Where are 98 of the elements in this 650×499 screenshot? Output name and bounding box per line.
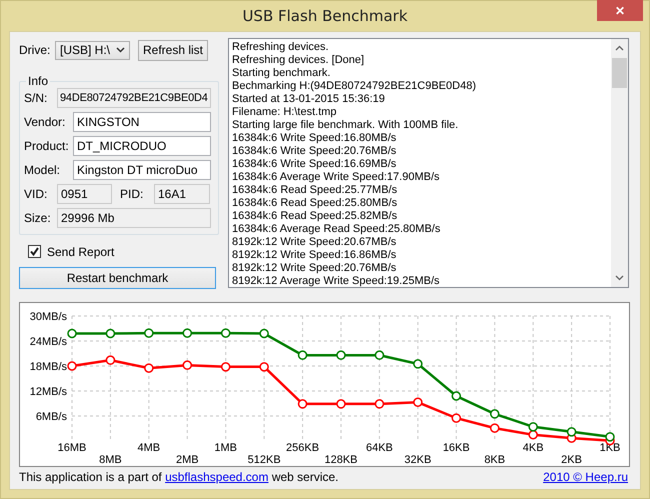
point xyxy=(528,430,538,440)
x-axis-label: 512KB xyxy=(248,454,281,466)
x-axis-label: 1MB xyxy=(214,442,238,454)
scrollbar[interactable] xyxy=(611,39,628,287)
x-axis-label: 4KB xyxy=(522,442,544,454)
field-label: VID: xyxy=(24,187,48,201)
point xyxy=(298,399,308,409)
point xyxy=(490,423,500,433)
text-field[interactable]: KINGSTON xyxy=(73,112,211,132)
log-line: 16384k:6 Average Write Speed:17.90MB/s xyxy=(232,171,441,184)
log-line: Starting large file benchmark. With 100MB file. xyxy=(232,119,460,132)
log-line: 16384k:6 Write Speed:16.69MB/s xyxy=(232,158,398,171)
x-axis-label: 8MB xyxy=(99,454,122,466)
log-line: 16384k:6 Average Read Speed:25.80MB/s xyxy=(232,223,442,236)
point xyxy=(67,328,77,338)
chevron-down-icon xyxy=(116,47,125,53)
y-axis-label: 24MB/s xyxy=(30,336,67,348)
field-label: Vendor: xyxy=(24,115,66,129)
log-line: Starting benchmark. xyxy=(232,67,332,80)
scroll-up-icon[interactable] xyxy=(615,45,624,51)
x-axis-label: 64KB xyxy=(366,442,393,454)
send-report-label: Send Report xyxy=(47,244,114,258)
restart-benchmark-button[interactable]: Restart benchmark xyxy=(19,267,216,289)
log-line: Filename: H:\test.tmp xyxy=(232,106,338,119)
field-label: S/N: xyxy=(24,91,48,105)
x-axis-label: 32KB xyxy=(404,454,432,466)
footer-text: This application is a part of usbflashspeed.com web service. xyxy=(19,470,339,484)
point xyxy=(144,363,154,373)
y-axis-label: 6MB/s xyxy=(36,411,67,423)
log-line: 8192k:12 Write Speed:16.86MB/s xyxy=(232,249,398,262)
log-line: Refreshing devices. [Done] xyxy=(232,54,366,67)
text-field[interactable]: DT_MICRODUO xyxy=(73,136,211,156)
y-axis-label: 12MB/s xyxy=(30,386,67,398)
drive-dropdown[interactable]: [USB] H:\ xyxy=(55,40,130,60)
y-axis-label: 30MB/s xyxy=(30,311,67,323)
vid-field[interactable]: 0951 xyxy=(57,184,112,204)
x-axis-label: 16KB xyxy=(442,442,470,454)
point xyxy=(490,409,500,419)
point xyxy=(259,328,269,338)
log-line: 8192k:12 Average Write Speed:19.25MB/s xyxy=(232,275,441,287)
point xyxy=(182,360,192,370)
field-label: PID: xyxy=(120,187,144,201)
copyright-link[interactable]: 2010 © Heep.ru xyxy=(543,470,628,484)
info-group-title: Info xyxy=(27,74,50,88)
point xyxy=(605,432,615,442)
log-line: Refreshing devices. xyxy=(232,41,330,54)
log-line: 16384k:6 Write Speed:20.76MB/s xyxy=(232,145,398,158)
send-report-checkbox[interactable] xyxy=(28,245,41,258)
log-line: 16384k:6 Read Speed:25.82MB/s xyxy=(232,210,398,223)
point xyxy=(67,361,77,371)
point xyxy=(106,355,116,365)
point xyxy=(220,328,230,338)
serial-number-field[interactable]: 94DE80724792BE21C9BE0D4 xyxy=(57,88,211,108)
point xyxy=(528,422,538,432)
x-axis-label: 128KB xyxy=(324,454,358,466)
log-line: 8192k:12 Write Speed:20.76MB/s xyxy=(232,262,398,275)
field-label: Model: xyxy=(24,163,62,177)
x-axis-label: 4MB xyxy=(138,442,160,454)
refresh-list-button[interactable]: Refresh list xyxy=(138,40,208,60)
point xyxy=(298,350,308,360)
x-axis-label: 16MB xyxy=(58,442,86,454)
point xyxy=(413,359,423,369)
field-label: Size: xyxy=(24,211,52,225)
point xyxy=(566,427,576,437)
log-line: Bechmarking H:(94DE80724792BE21C9BE0D48) xyxy=(232,80,477,93)
log-line: Started at 13-01-2015 15:36:19 xyxy=(232,93,386,106)
log-line: 16384k:6 Write Speed:16.80MB/s xyxy=(232,132,398,145)
point xyxy=(106,328,116,338)
log-line: 16384k:6 Read Speed:25.80MB/s xyxy=(232,197,398,210)
x-axis-label: 2MB xyxy=(176,454,199,466)
scroll-down-icon[interactable] xyxy=(615,275,624,281)
pid-field[interactable]: 16A1 xyxy=(154,184,210,204)
point xyxy=(220,362,230,372)
point xyxy=(336,350,346,360)
drive-label: Drive: xyxy=(19,43,52,57)
text-field[interactable]: Kingston DT microDuo xyxy=(73,160,211,180)
point xyxy=(336,399,346,409)
x-axis-label: 8KB xyxy=(484,454,506,466)
log-line: 16384k:6 Read Speed:25.77MB/s xyxy=(232,184,398,197)
point xyxy=(413,398,423,407)
point xyxy=(452,391,462,401)
point xyxy=(144,328,154,338)
x-axis-label: 2KB xyxy=(561,454,582,466)
field-label: Product: xyxy=(24,139,70,153)
size-field[interactable]: 29996 Mb xyxy=(57,208,211,228)
y-axis-label: 18MB/s xyxy=(30,361,67,373)
scroll-thumb[interactable] xyxy=(612,58,627,88)
point xyxy=(374,350,384,360)
x-axis-label: 1KB xyxy=(600,442,620,454)
website-link[interactable]: usbflashspeed.com xyxy=(165,470,268,484)
point xyxy=(452,413,462,423)
close-button[interactable]: ✕ xyxy=(597,0,643,21)
point xyxy=(182,328,192,338)
x-axis-label: 256KB xyxy=(286,442,320,454)
point xyxy=(374,399,384,409)
window-title: USB Flash Benchmark xyxy=(242,7,408,25)
point xyxy=(259,362,269,372)
log-line: 8192k:12 Write Speed:20.67MB/s xyxy=(232,236,398,249)
